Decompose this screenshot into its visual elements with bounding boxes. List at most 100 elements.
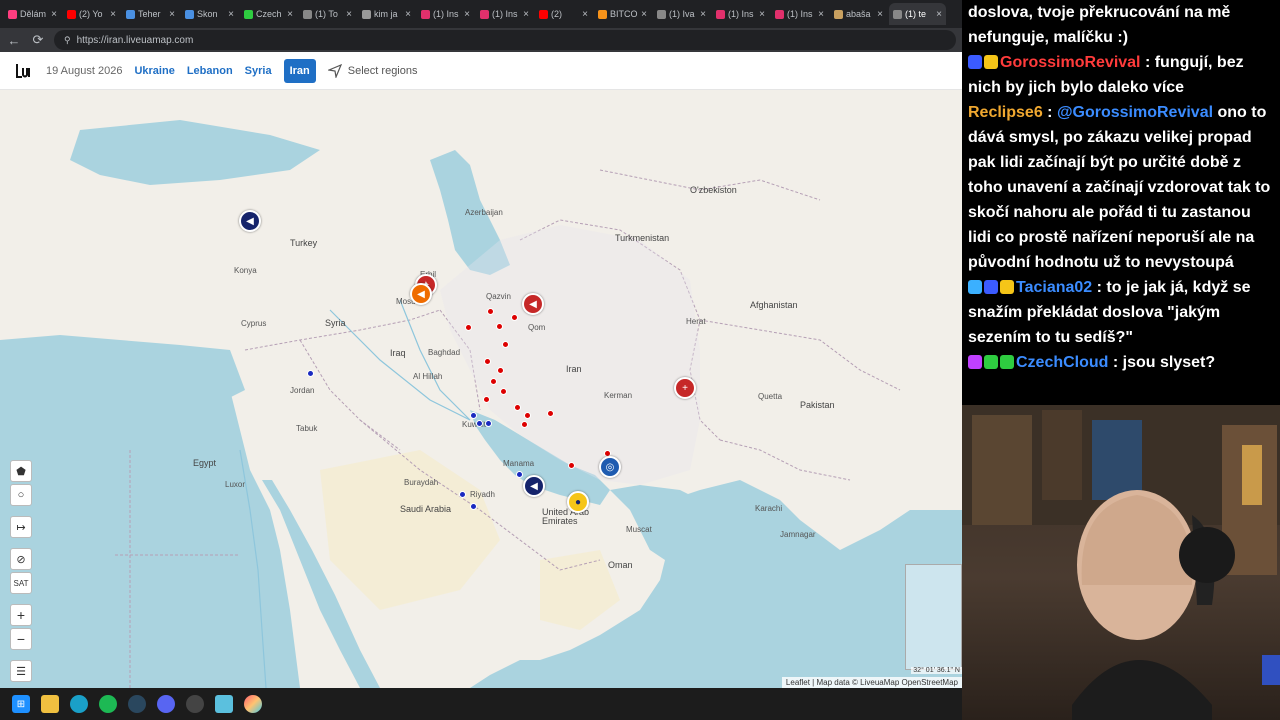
close-tab-icon[interactable]: ×	[818, 9, 824, 20]
map-label-azerbaijan: Azerbaijan	[465, 208, 503, 217]
current-date[interactable]: 19 August 2026	[46, 65, 122, 77]
draw-polygon-icon[interactable]: ⬟	[10, 460, 32, 482]
edge-browser-icon[interactable]	[70, 695, 88, 713]
chat-username[interactable]: GorossimoRevival	[1000, 54, 1141, 71]
close-tab-icon[interactable]: ×	[523, 9, 529, 20]
browser-tab[interactable]: Skon ×	[181, 3, 238, 25]
event-marker-red[interactable]	[524, 412, 531, 419]
reload-icon[interactable]: ⟳	[30, 32, 46, 48]
close-tab-icon[interactable]: ×	[287, 9, 293, 20]
event-marker-blue[interactable]	[470, 503, 477, 510]
close-tab-icon[interactable]: ×	[936, 9, 942, 20]
close-tab-icon[interactable]: ×	[700, 9, 706, 20]
close-tab-icon[interactable]: ×	[464, 9, 470, 20]
event-marker-blue[interactable]	[516, 471, 523, 478]
region-link-iran[interactable]: Iran	[283, 58, 316, 83]
site-info-icon[interactable]: ⚲	[64, 35, 71, 46]
browser-tab[interactable]: (1) Ins ×	[771, 3, 828, 25]
close-tab-icon[interactable]: ×	[641, 9, 647, 20]
browser-tab[interactable]: (1) Ins ×	[712, 3, 769, 25]
notepad-icon[interactable]	[215, 695, 233, 713]
event-marker-red[interactable]	[490, 378, 497, 385]
event-marker-blue[interactable]	[470, 412, 477, 419]
steam-icon[interactable]	[128, 695, 146, 713]
target-marker-yellow[interactable]: ●	[567, 491, 589, 513]
close-tab-icon[interactable]: ×	[405, 9, 411, 20]
browser-tab[interactable]: Teher ×	[122, 3, 179, 25]
chat-mention[interactable]: @GorossimoRevival	[1057, 104, 1213, 121]
event-marker-blue[interactable]	[459, 491, 466, 498]
liveuamap-logo[interactable]	[14, 61, 34, 81]
chat-username[interactable]: CzechCloud	[1016, 354, 1108, 371]
close-tab-icon[interactable]: ×	[51, 9, 57, 20]
browser-tab[interactable]: kim ja ×	[358, 3, 415, 25]
megaphone-marker-navy[interactable]: ◀	[523, 475, 545, 497]
event-marker-blue[interactable]	[485, 420, 492, 427]
browser-tab[interactable]: abaša ×	[830, 3, 887, 25]
close-tab-icon[interactable]: ×	[582, 9, 588, 20]
back-arrow-icon[interactable]: ←	[6, 33, 22, 48]
event-marker-red[interactable]	[521, 421, 528, 428]
close-tab-icon[interactable]: ×	[169, 9, 175, 20]
hide-icon[interactable]: ⊘	[10, 548, 32, 570]
close-tab-icon[interactable]: ×	[346, 9, 352, 20]
windows-start-icon[interactable]: ⊞	[12, 695, 30, 713]
event-marker-red[interactable]	[502, 341, 509, 348]
map-canvas[interactable]: Turkey Syria Iraq Iran Saudi Arabia Egyp…	[0, 90, 962, 688]
event-marker-red[interactable]	[547, 410, 554, 417]
event-marker-red[interactable]	[483, 396, 490, 403]
browser-tab[interactable]: (1) Ins ×	[417, 3, 474, 25]
region-link-syria[interactable]: Syria	[245, 65, 272, 77]
megaphone-marker-orange[interactable]: ◀	[410, 283, 432, 305]
file-explorer-icon[interactable]	[41, 695, 59, 713]
chat-username[interactable]: Taciana02	[1016, 279, 1092, 296]
region-link-ukraine[interactable]: Ukraine	[134, 65, 174, 77]
region-link-lebanon[interactable]: Lebanon	[187, 65, 233, 77]
mini-map[interactable]	[905, 564, 962, 670]
chat-panel: doslova, tvoje překrucování na mě nefung…	[962, 0, 1280, 405]
draw-circle-icon[interactable]: ○	[10, 484, 32, 506]
megaphone-marker-navy[interactable]: ◀	[239, 210, 261, 232]
browser-tab[interactable]: Dělám ×	[4, 3, 61, 25]
obs-icon[interactable]	[186, 695, 204, 713]
event-marker-red[interactable]	[500, 388, 507, 395]
satellite-toggle-button[interactable]: SAT	[10, 572, 32, 594]
event-marker-red[interactable]	[497, 367, 504, 374]
map-attribution[interactable]: Leaflet | Map data © LiveuaMap OpenStree…	[781, 677, 962, 688]
layers-icon[interactable]: ☰	[10, 660, 32, 682]
close-tab-icon[interactable]: ×	[110, 9, 116, 20]
address-bar[interactable]: ⚲ https://iran.liveuamap.com	[54, 30, 956, 50]
discord-icon[interactable]	[157, 695, 175, 713]
zoom-out-button[interactable]: −	[10, 628, 32, 650]
close-tab-icon[interactable]: ×	[228, 9, 234, 20]
map-label-qom: Qom	[528, 323, 546, 332]
select-regions-button[interactable]: Select regions	[327, 63, 418, 78]
event-marker-blue[interactable]	[476, 420, 483, 427]
zoom-in-button[interactable]: +	[10, 604, 32, 626]
event-marker-red[interactable]	[568, 462, 575, 469]
event-marker-red[interactable]	[511, 314, 518, 321]
spotify-icon[interactable]	[99, 695, 117, 713]
event-marker-red[interactable]	[484, 358, 491, 365]
event-marker-red[interactable]	[487, 308, 494, 315]
close-tab-icon[interactable]: ×	[877, 9, 883, 20]
browser-tab[interactable]: (2) Yo ×	[63, 3, 120, 25]
measure-icon[interactable]: ↦	[10, 516, 32, 538]
close-tab-icon[interactable]: ×	[759, 9, 765, 20]
browser-tab[interactable]: (1) te ×	[889, 3, 946, 25]
chat-username[interactable]: Reclipse6	[968, 104, 1043, 121]
event-marker-blue[interactable]	[307, 370, 314, 377]
colorful-app-icon[interactable]	[244, 695, 262, 713]
browser-tab[interactable]: BITCO ×	[594, 3, 651, 25]
medical-marker-red[interactable]: +	[674, 377, 696, 399]
browser-tab[interactable]: (1) To ×	[299, 3, 356, 25]
event-marker-red[interactable]	[465, 324, 472, 331]
event-marker-red[interactable]	[496, 323, 503, 330]
browser-tab[interactable]: (1) Iva ×	[653, 3, 710, 25]
target-marker-blue[interactable]: ◎	[599, 456, 621, 478]
event-marker-red[interactable]	[514, 404, 521, 411]
browser-tab[interactable]: (2) ×	[535, 3, 592, 25]
megaphone-marker-red[interactable]: ◀	[522, 293, 544, 315]
browser-tab[interactable]: (1) Ins ×	[476, 3, 533, 25]
browser-tab[interactable]: Czech ×	[240, 3, 297, 25]
